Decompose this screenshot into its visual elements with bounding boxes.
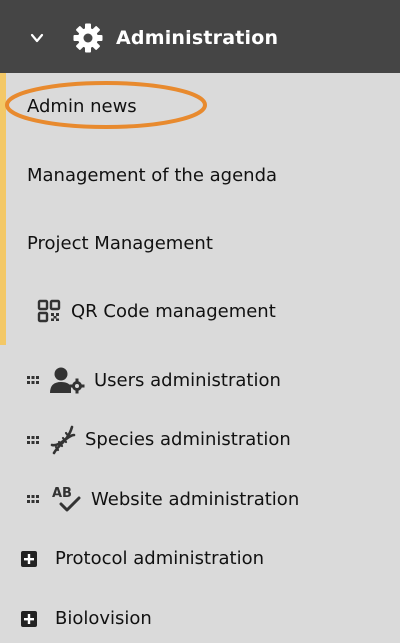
menu-item-label: Biolovision [55,608,152,629]
svg-text:AB: AB [52,486,72,501]
active-section-accent [0,73,6,345]
menu-item-biolovision[interactable]: Biolovision [55,607,152,631]
qr-code-icon [37,299,61,323]
menu-item-admin-news[interactable]: Admin news [27,95,137,119]
spellcheck-icon: AB [52,486,81,512]
users-gear-icon [50,367,85,394]
menu-item-users-administration[interactable]: Users administration [94,369,281,393]
gear-icon [73,23,103,53]
menu-item-label: Project Management [27,233,213,254]
plus-square-icon[interactable] [21,611,37,627]
header-title: Administration [116,27,279,49]
menu-item-qr-code-management[interactable]: QR Code management [71,300,276,324]
menu-item-species-administration[interactable]: Species administration [85,428,291,452]
administration-header[interactable]: Administration [0,0,400,73]
drag-handle-icon[interactable] [26,434,40,446]
plus-square-icon[interactable] [21,551,37,567]
menu-item-website-administration[interactable]: Website administration [91,488,299,512]
menu-item-protocol-administration[interactable]: Protocol administration [55,547,264,571]
menu-item-label: QR Code management [71,301,276,322]
dna-icon [50,425,76,455]
menu-item-label: Website administration [91,489,300,510]
menu-item-label: Management of the agenda [27,165,278,186]
drag-handle-icon[interactable] [26,374,40,386]
menu-item-label: Species administration [85,429,291,450]
chevron-down-icon[interactable] [30,31,44,45]
drag-handle-icon[interactable] [26,493,40,505]
menu-item-project-management[interactable]: Project Management [27,232,213,256]
menu-item-agenda-management[interactable]: Management of the agenda [27,164,277,188]
menu-item-label: Users administration [94,370,281,391]
menu-item-label: Protocol administration [55,548,265,569]
menu-item-label: Admin news [27,96,137,117]
